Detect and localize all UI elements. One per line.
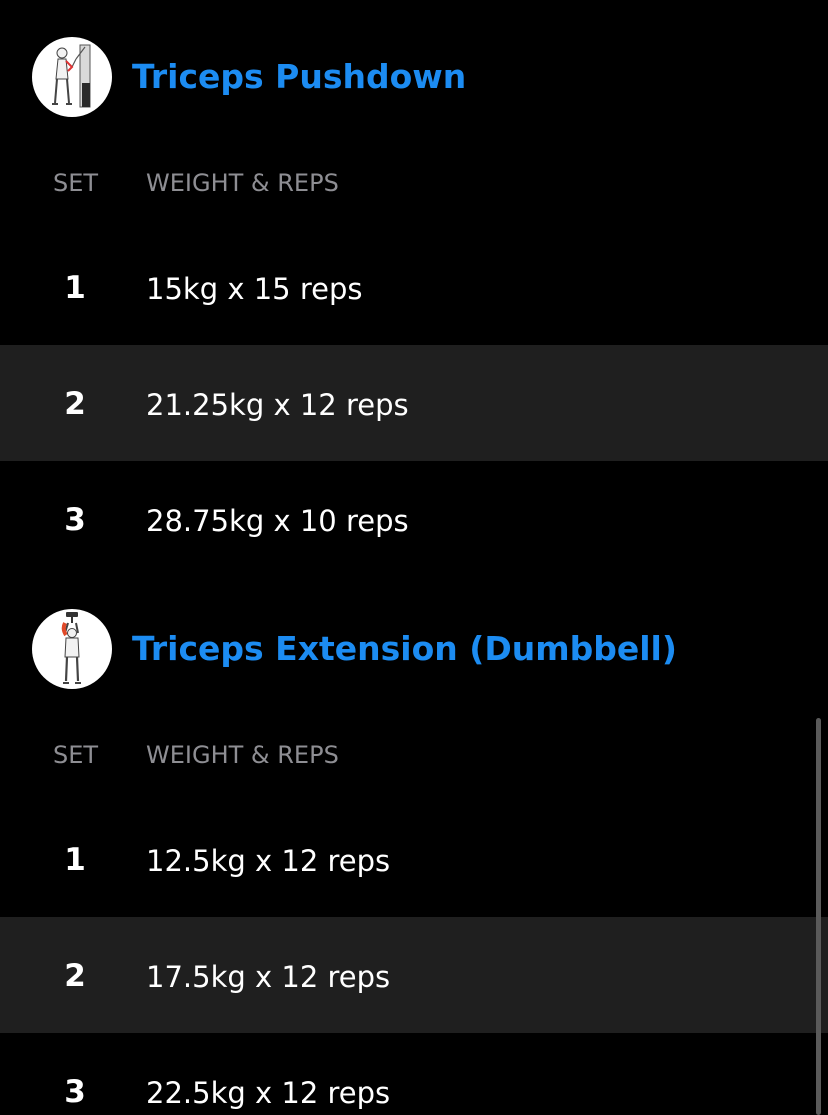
set-weight-reps: 17.5kg x 12 reps — [146, 960, 391, 994]
set-number: 1 — [64, 270, 86, 306]
set-row: 3 28.75kg x 10 reps — [0, 461, 828, 577]
set-row: 2 21.25kg x 12 reps — [0, 345, 828, 461]
set-column-header: SET — [53, 741, 99, 769]
exercise-header[interactable]: Triceps Extension (Dumbbell) — [0, 609, 828, 689]
exercise-title[interactable]: Triceps Extension (Dumbbell) — [132, 627, 677, 671]
weight-reps-column-header: WEIGHT & REPS — [146, 741, 339, 769]
set-row: 3 22.5kg x 12 reps — [0, 1033, 828, 1115]
weight-reps-column-header: WEIGHT & REPS — [146, 169, 339, 197]
dumbbell-overhead-extension-illustration-icon[interactable] — [32, 609, 112, 689]
set-weight-reps: 28.75kg x 10 reps — [146, 504, 409, 538]
exercise-title[interactable]: Triceps Pushdown — [132, 55, 466, 99]
set-weight-reps: 12.5kg x 12 reps — [146, 844, 391, 878]
set-row: 1 15kg x 15 reps — [0, 229, 828, 345]
set-row: 1 12.5kg x 12 reps — [0, 801, 828, 917]
set-weight-reps: 21.25kg x 12 reps — [146, 388, 409, 422]
set-number: 1 — [64, 842, 86, 878]
exercise-header[interactable]: Triceps Pushdown — [0, 37, 828, 117]
cable-pushdown-illustration-icon[interactable] — [32, 37, 112, 117]
set-weight-reps: 15kg x 15 reps — [146, 272, 363, 306]
vertical-scrollbar[interactable] — [816, 718, 821, 1115]
set-number: 3 — [64, 1074, 86, 1110]
set-number: 2 — [64, 958, 86, 994]
set-weight-reps: 22.5kg x 12 reps — [146, 1076, 391, 1110]
workout-detail-screen: Triceps Pushdown SET WEIGHT & REPS 1 15k… — [0, 0, 828, 1115]
set-row: 2 17.5kg x 12 reps — [0, 917, 828, 1033]
set-number: 2 — [64, 386, 86, 422]
set-number: 3 — [64, 502, 86, 538]
set-column-header: SET — [53, 169, 99, 197]
